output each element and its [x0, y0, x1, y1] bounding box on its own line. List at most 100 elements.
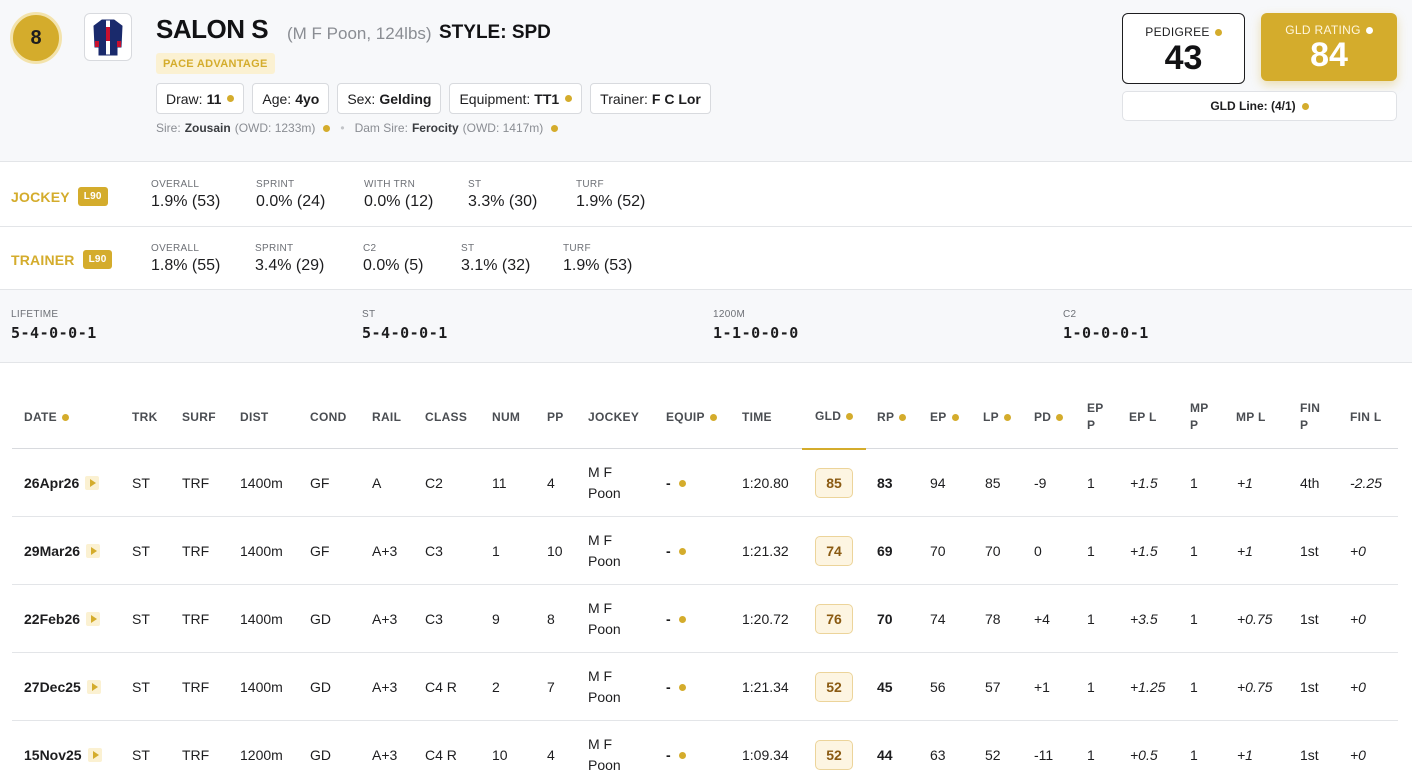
pd-info-icon[interactable] [1056, 413, 1064, 421]
col-equip[interactable]: EQUIP [666, 385, 717, 449]
gld-rating-card[interactable]: GLD RATING 84 [1261, 13, 1397, 81]
play-replay-icon[interactable] [86, 544, 101, 558]
col-num[interactable]: NUM [492, 385, 520, 449]
chip-value: TT1 [534, 90, 560, 107]
trainer-stat-overall: OVERALL 1.8% (55) [151, 243, 221, 274]
date-sort-icon[interactable] [61, 413, 69, 421]
equip-info-icon[interactable] [678, 479, 686, 487]
table-row[interactable]: 22Feb26 ST TRF 1400m GD A+3 C3 9 8 M F Poon - 1:20.7… [12, 585, 1398, 653]
pedigree-card[interactable]: PEDIGREE 43 [1122, 13, 1245, 84]
records-row: LIFETIME 5-4-0-0-1 ST 5-4-0-0-1 1200M 1-1-0… [0, 290, 1412, 363]
info-chip[interactable]: Equipment: TT1 [449, 83, 583, 114]
col-gld[interactable]: GLD [802, 385, 866, 450]
cell-epp: 1 [1087, 475, 1095, 491]
cell-equip: - [666, 517, 686, 585]
equip-info-icon[interactable] [678, 615, 686, 623]
cell-ep: 74 [930, 611, 946, 627]
cell-rp: 70 [877, 611, 893, 627]
cell-epl: +1.25 [1130, 679, 1166, 695]
cell-epl: +1.5 [1130, 543, 1158, 559]
col-rail[interactable]: RAIL [372, 385, 401, 449]
sire-info-icon[interactable] [323, 124, 331, 132]
cell-cond: GD [310, 611, 331, 627]
cell-class: C3 [425, 611, 443, 627]
cell-date: 22Feb26 [24, 585, 101, 653]
horse-header: 8 SALON S (M F Poon, 124lbs) STYLE: SPD … [0, 0, 1412, 162]
col-mp-l[interactable]: MP L [1236, 385, 1266, 449]
col-pd[interactable]: PD [1034, 385, 1064, 449]
cell-num: 11 [492, 475, 507, 491]
table-body: 26Apr26 ST TRF 1400m GF A C2 11 4 M F Poon -1:20.80… [12, 449, 1398, 780]
ep-info-icon[interactable] [951, 413, 959, 421]
cell-equip: - [666, 449, 686, 517]
play-replay-icon[interactable] [85, 476, 100, 490]
equip-info-icon[interactable] [678, 751, 686, 759]
jockey-l90-badge: L90 [77, 187, 108, 206]
gld-rating-badge: 74 [815, 536, 853, 566]
info-chip[interactable]: Sex: Gelding [337, 83, 442, 114]
col-rp[interactable]: RP [877, 385, 907, 449]
lp-info-icon[interactable] [1003, 413, 1011, 421]
col-lp[interactable]: LP [983, 385, 1011, 449]
col-dist[interactable]: DIST [240, 385, 269, 449]
cell-lp: 70 [985, 543, 1001, 559]
cell-time: 1:21.32 [742, 543, 789, 559]
jockey-stat-sprint: SPRINT 0.0% (24) [256, 179, 326, 210]
cell-surf: TRF [182, 747, 210, 763]
cell-class: C4 R [425, 679, 457, 695]
cell-finl: -2.25 [1350, 475, 1382, 491]
dam-sire-info-icon[interactable] [551, 124, 559, 132]
gld-rating-info-icon[interactable] [1365, 26, 1373, 34]
col-surf[interactable]: SURF [182, 385, 216, 449]
rp-info-icon[interactable] [899, 413, 907, 421]
equip-value: - [666, 747, 671, 763]
cell-rp: 69 [877, 543, 893, 559]
col-ep-l[interactable]: EP L [1129, 385, 1157, 449]
play-replay-icon[interactable] [87, 748, 102, 762]
play-replay-icon[interactable] [86, 612, 101, 626]
col-trk[interactable]: TRK [132, 385, 158, 449]
info-chip[interactable]: Draw: 11 [156, 83, 245, 114]
sire-line: Sire: Zousain (OWD: 1233m) • Dam Sire: Fe… [156, 121, 559, 135]
cell-epp: 1 [1087, 611, 1095, 627]
col-fin-p[interactable]: FIN P [1300, 385, 1320, 449]
pedigree-info-icon[interactable] [1214, 28, 1222, 36]
cell-trk: ST [132, 543, 150, 559]
col-ep[interactable]: EP [930, 385, 959, 449]
col-time[interactable]: TIME [742, 385, 772, 449]
chip-value: Gelding [379, 90, 432, 107]
gld-info-icon[interactable] [846, 413, 854, 420]
play-replay-icon[interactable] [86, 680, 101, 694]
table-row[interactable]: 26Apr26 ST TRF 1400m GF A C2 11 4 M F Poon -1:20.80… [12, 449, 1398, 517]
jockey-stats-row: JOCKEY L90 OVERALL 1.9% (53) SPRINT 0.0% (… [0, 163, 1412, 227]
col-mp-p[interactable]: MP P [1190, 385, 1209, 449]
col-class[interactable]: CLASS [425, 385, 467, 449]
table-row[interactable]: 15Nov25 ST TRF 1200m GD A+3 C4 R 10 4 M F Poon - 1:0… [12, 721, 1398, 780]
col-date[interactable]: DATE [24, 385, 69, 449]
race-date: 29Mar26 [24, 543, 81, 559]
cell-rail: A+3 [372, 679, 398, 695]
chip-info-icon[interactable] [227, 95, 235, 102]
col-pp[interactable]: PP [547, 385, 564, 449]
cell-gld: 52 [815, 653, 853, 721]
col-fin-l[interactable]: FIN L [1350, 385, 1382, 449]
col-jockey[interactable]: JOCKEY [588, 385, 639, 449]
jockey-line-2: Poon [588, 553, 621, 569]
table-row[interactable]: 29Mar26 ST TRF 1400m GF A+3 C3 1 10 M F Poon -1:21.… [12, 517, 1398, 585]
info-chip[interactable]: Age: 4yo [252, 83, 330, 114]
info-chip[interactable]: Trainer: F C Lor [590, 83, 711, 114]
equip-info-icon[interactable] [709, 413, 717, 421]
cell-epp: 1 [1087, 679, 1095, 695]
info-chips: Draw: 11 Age: 4yo Sex: Gelding Equipment: TT1 Tr… [156, 83, 711, 114]
equip-info-icon[interactable] [678, 683, 686, 691]
cell-mpl: +0.75 [1237, 611, 1273, 627]
table-row[interactable]: 27Dec25 ST TRF 1400m GD A+3 C4 R 2 7 M F Poon - 1:21… [12, 653, 1398, 721]
gld-line-info-icon[interactable] [1301, 102, 1309, 110]
gld-line-box[interactable]: GLD Line: (4/1) [1122, 91, 1397, 121]
col-ep-p[interactable]: EP P [1087, 385, 1104, 449]
col-cond[interactable]: COND [310, 385, 347, 449]
equip-info-icon[interactable] [678, 547, 686, 555]
chip-info-icon[interactable] [565, 95, 573, 102]
cell-rail: A [372, 475, 382, 491]
equip-value: - [666, 475, 671, 491]
